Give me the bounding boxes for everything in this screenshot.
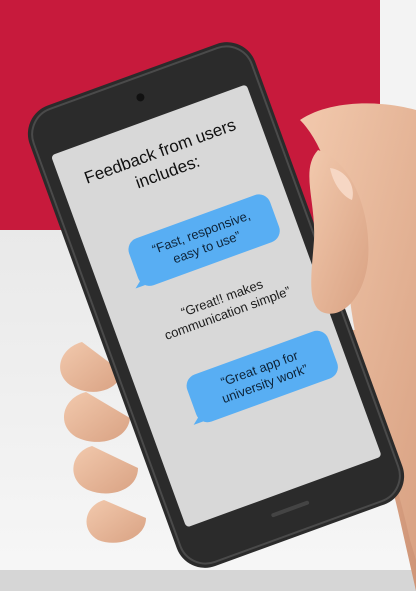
finger-2	[63, 392, 130, 442]
chat-bubble-university-work: “Great app for university work”	[183, 327, 342, 426]
finger-3	[73, 446, 138, 494]
chat-bubble-fast-responsive: “Fast, responsive, easy to use”	[125, 191, 284, 290]
finger-4	[86, 500, 146, 543]
